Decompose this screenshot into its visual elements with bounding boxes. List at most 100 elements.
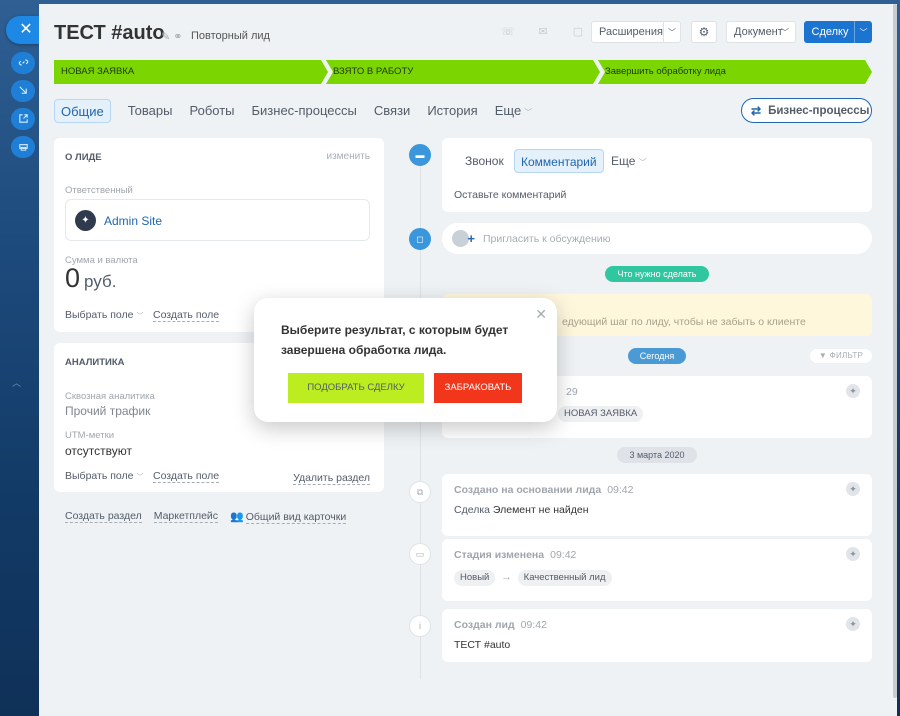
scrollbar[interactable] bbox=[893, 4, 897, 698]
responsible-box[interactable]: ✦ Admin Site bbox=[65, 199, 370, 241]
extensions-label: Расширения bbox=[599, 26, 663, 38]
tab-general[interactable]: Общие bbox=[54, 99, 111, 123]
print-icon[interactable] bbox=[11, 136, 35, 158]
choose-field-label: Выбрать поле bbox=[65, 470, 134, 482]
mail-icon[interactable]: ✉ bbox=[529, 21, 557, 43]
close-icon[interactable]: ✕ bbox=[535, 306, 547, 323]
event-body: НОВАЯ ЗАЯВКА bbox=[558, 406, 644, 422]
delete-section-link[interactable]: Удалить раздел bbox=[293, 473, 370, 485]
tab-products[interactable]: Товары bbox=[128, 99, 173, 123]
deal-created-icon: ⧉ bbox=[409, 481, 431, 503]
event-title-text: Создан лид bbox=[454, 619, 515, 631]
discussion-icon: ◻ bbox=[409, 228, 431, 250]
finish-lead-popup: ✕ Выберите результат, с которым будет за… bbox=[254, 298, 557, 422]
timeline-event: Создано на основании лида 09:42 Сделка Эл… bbox=[442, 474, 872, 536]
marketplace-link[interactable]: Маркетплейс bbox=[153, 510, 219, 523]
tab-links[interactable]: Связи bbox=[374, 99, 410, 123]
event-title: Стадия изменена 09:42 bbox=[454, 549, 576, 561]
card-settings-links: Создать раздел Маркетплейс 👥 Общий вид ка… bbox=[65, 510, 347, 524]
stage-bar: НОВАЯ ЗАЯВКА ВЗЯТО В РАБОТУ Завершить об… bbox=[54, 60, 872, 84]
tab-comment[interactable]: Комментарий bbox=[514, 149, 604, 173]
link-icon[interactable] bbox=[11, 52, 35, 74]
choose-field-link[interactable]: Выбрать поле ﹀ bbox=[65, 309, 143, 321]
stage-finish[interactable]: Завершить обработку лида bbox=[598, 60, 872, 84]
activity-editor: Звонок Комментарий Еще ﹀ Оставьте коммен… bbox=[442, 138, 872, 212]
tab-business-processes[interactable]: Бизнес-процессы bbox=[252, 99, 357, 123]
select-deal-button[interactable]: ПОДОБРАТЬ СДЕЛКУ bbox=[288, 373, 424, 403]
tab-more-label: Еще bbox=[494, 103, 522, 118]
phone-icon[interactable]: ☏ bbox=[494, 21, 522, 43]
responsible-label: Ответственный bbox=[65, 185, 133, 196]
document-label: Документ bbox=[734, 26, 783, 38]
edit-link[interactable]: изменить bbox=[326, 151, 370, 162]
create-deal-button[interactable]: Сделку ﹀ bbox=[804, 21, 872, 43]
comment-icon: ▬ bbox=[409, 144, 431, 166]
event-time: 09:42 bbox=[607, 484, 634, 496]
minimize-icon[interactable] bbox=[11, 80, 35, 102]
timeline-event: Стадия изменена 09:42 Новый → Качественны… bbox=[442, 539, 872, 601]
event-title-text: Стадия изменена bbox=[454, 549, 545, 561]
extensions-button[interactable]: Расширения ﹀ bbox=[591, 21, 681, 43]
todo-text: едующий шаг по лиду, чтобы не забыть о к… bbox=[562, 316, 806, 328]
card-view-link[interactable]: 👥 Общий вид карточки bbox=[230, 510, 347, 524]
document-button[interactable]: Документ ﹀ bbox=[726, 21, 796, 43]
invite-label: Пригласить к обсуждению bbox=[483, 233, 611, 245]
tab-more-activity[interactable]: Еще ﹀ bbox=[611, 149, 647, 173]
event-time: 09:42 bbox=[550, 549, 577, 561]
stage-new[interactable]: НОВАЯ ЗАЯВКА bbox=[54, 60, 328, 84]
chevron-down-icon: ﹀ bbox=[524, 108, 533, 117]
edit-title-icon[interactable]: ✎ ⚭ bbox=[161, 30, 183, 43]
event-time-value: 29 bbox=[566, 386, 578, 398]
open-new-window-icon[interactable] bbox=[11, 108, 35, 130]
analytics-heading: АНАЛИТИКА bbox=[65, 357, 125, 368]
currency: руб. bbox=[84, 272, 117, 291]
event-title: Создан лид 09:42 bbox=[454, 619, 547, 631]
tab-more[interactable]: Еще ﹀ bbox=[495, 99, 532, 123]
date-pill: 3 марта 2020 bbox=[617, 447, 697, 463]
comment-input[interactable]: Оставьте комментарий bbox=[454, 189, 566, 201]
create-field-link[interactable]: Создать поле bbox=[153, 470, 220, 483]
copy-link-icon[interactable]: ⚭ bbox=[173, 31, 182, 43]
utm-label: UTM-метки bbox=[65, 430, 115, 441]
filter-icon: ▼ bbox=[818, 351, 828, 360]
tab-call[interactable]: Звонок bbox=[465, 149, 504, 173]
filter-label: ФИЛЬТР bbox=[829, 351, 864, 360]
create-field-label: Создать поле bbox=[153, 470, 220, 483]
reject-button[interactable]: ЗАБРАКОВАТЬ bbox=[434, 373, 522, 403]
create-field-link[interactable]: Создать поле bbox=[153, 309, 220, 322]
tab-bar: Общие Товары Роботы Бизнес-процессы Связ… bbox=[54, 99, 549, 123]
stage-chip: НОВАЯ ЗАЯВКА bbox=[558, 406, 644, 422]
event-body: Сделка Элемент не найден bbox=[454, 504, 589, 516]
choose-field-link[interactable]: Выбрать поле ﹀ bbox=[65, 470, 143, 482]
people-icon: 👥 bbox=[230, 511, 244, 523]
add-user-icon: + bbox=[452, 230, 475, 247]
deal-label: Сделку bbox=[811, 26, 849, 38]
chevron-down-icon[interactable]: ﹀ bbox=[662, 22, 680, 42]
utm-value: отсутствуют bbox=[65, 444, 132, 458]
event-body: ТЕСТ #auto bbox=[454, 639, 511, 651]
business-processes-button[interactable]: ⇄ Бизнес-процессы bbox=[741, 98, 872, 123]
popup-message: Выберите результат, с которым будет заве… bbox=[281, 323, 509, 357]
stage-in-progress[interactable]: ВЗЯТО В РАБОТУ bbox=[326, 60, 600, 84]
arrow-right-icon: → bbox=[501, 571, 512, 583]
chevron-down-icon[interactable]: ﹀ bbox=[854, 21, 872, 43]
tab-history[interactable]: История bbox=[427, 99, 477, 123]
chat-icon[interactable]: ▢ bbox=[564, 21, 592, 43]
create-section-link[interactable]: Создать раздел bbox=[65, 510, 142, 523]
gear-icon[interactable]: ⚙ bbox=[691, 21, 717, 43]
event-time: 29 bbox=[560, 386, 578, 398]
stage-from-chip: Новый bbox=[454, 570, 496, 586]
event-title: Создано на основании лида 09:42 bbox=[454, 484, 633, 496]
event-title-text: Создано на основании лида bbox=[454, 484, 602, 496]
avatar: ✦ bbox=[846, 482, 860, 496]
event-body-prefix: Сделка bbox=[454, 504, 490, 516]
event-time: 09:42 bbox=[520, 619, 547, 631]
filter-button[interactable]: ▼ ФИЛЬТР bbox=[810, 349, 872, 363]
invite-discussion[interactable]: + Пригласить к обсуждению bbox=[442, 223, 872, 254]
page-title: ТЕСТ #auto bbox=[54, 22, 165, 44]
responsible-name[interactable]: Admin Site bbox=[104, 214, 162, 228]
event-body-value: Элемент не найден bbox=[492, 504, 589, 516]
about-heading: О ЛИДЕ bbox=[65, 152, 102, 163]
chevron-down-icon: ﹀ bbox=[638, 158, 647, 167]
tab-robots[interactable]: Роботы bbox=[189, 99, 234, 123]
